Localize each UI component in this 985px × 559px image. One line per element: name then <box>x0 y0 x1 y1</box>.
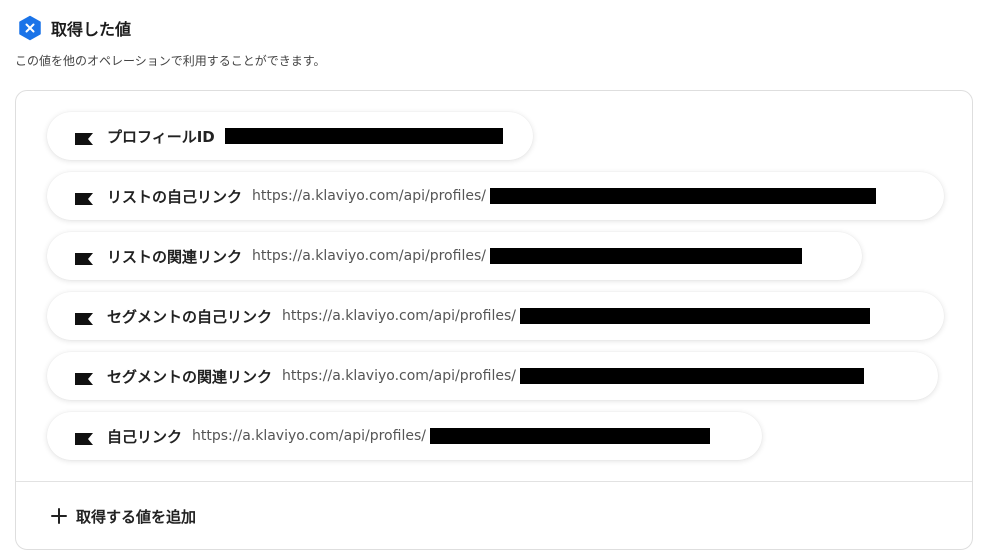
flag-icon <box>75 370 93 385</box>
flag-icon <box>75 190 93 205</box>
plus-icon <box>50 507 68 525</box>
value-pill-self-link[interactable]: 自己リンク https://a.klaviyo.com/api/profiles… <box>47 412 762 460</box>
value-pill-label: 自己リンク <box>107 427 183 446</box>
section-header: 取得した値 <box>17 14 131 42</box>
value-pill-profile-id[interactable]: プロフィールID <box>47 112 533 160</box>
value-pill-url: https://a.klaviyo.com/api/profiles/ <box>282 368 516 384</box>
flag-icon <box>75 130 93 145</box>
flag-icon <box>75 250 93 265</box>
redacted-value <box>224 128 503 144</box>
value-pill-segment-related-link[interactable]: セグメントの関連リンク https://a.klaviyo.com/api/pr… <box>47 352 938 400</box>
section-title: 取得した値 <box>51 20 132 39</box>
redacted-value <box>489 248 802 264</box>
value-pill-url: https://a.klaviyo.com/api/profiles/ <box>252 188 486 204</box>
value-pill-label: プロフィールID <box>107 127 215 146</box>
value-pill-label: セグメントの自己リンク <box>107 307 273 326</box>
add-value-label: 取得する値を追加 <box>76 507 197 526</box>
add-value-button[interactable]: 取得する値を追加 <box>50 503 196 529</box>
flag-icon <box>75 310 93 325</box>
value-list: プロフィールID リストの自己リンク https://a.klaviyo.com… <box>16 91 972 481</box>
value-pill-url: https://a.klaviyo.com/api/profiles/ <box>192 428 426 444</box>
redacted-value <box>429 428 710 444</box>
value-pill-segment-self-link[interactable]: セグメントの自己リンク https://a.klaviyo.com/api/pr… <box>47 292 944 340</box>
redacted-value <box>519 368 864 384</box>
close-x-badge-icon <box>17 15 43 41</box>
panel-divider <box>16 481 972 482</box>
value-pill-label: リストの関連リンク <box>107 247 243 266</box>
values-panel: プロフィールID リストの自己リンク https://a.klaviyo.com… <box>15 90 973 550</box>
redacted-value <box>519 308 870 324</box>
value-pill-url: https://a.klaviyo.com/api/profiles/ <box>252 248 486 264</box>
value-pill-label: セグメントの関連リンク <box>107 367 273 386</box>
value-pill-list-self-link[interactable]: リストの自己リンク https://a.klaviyo.com/api/prof… <box>47 172 944 220</box>
value-pill-url: https://a.klaviyo.com/api/profiles/ <box>282 308 516 324</box>
value-pill-list-related-link[interactable]: リストの関連リンク https://a.klaviyo.com/api/prof… <box>47 232 862 280</box>
flag-icon <box>75 430 93 445</box>
section-description: この値を他のオペレーションで利用することができます。 <box>15 54 326 68</box>
redacted-value <box>489 188 876 204</box>
value-pill-label: リストの自己リンク <box>107 187 243 206</box>
